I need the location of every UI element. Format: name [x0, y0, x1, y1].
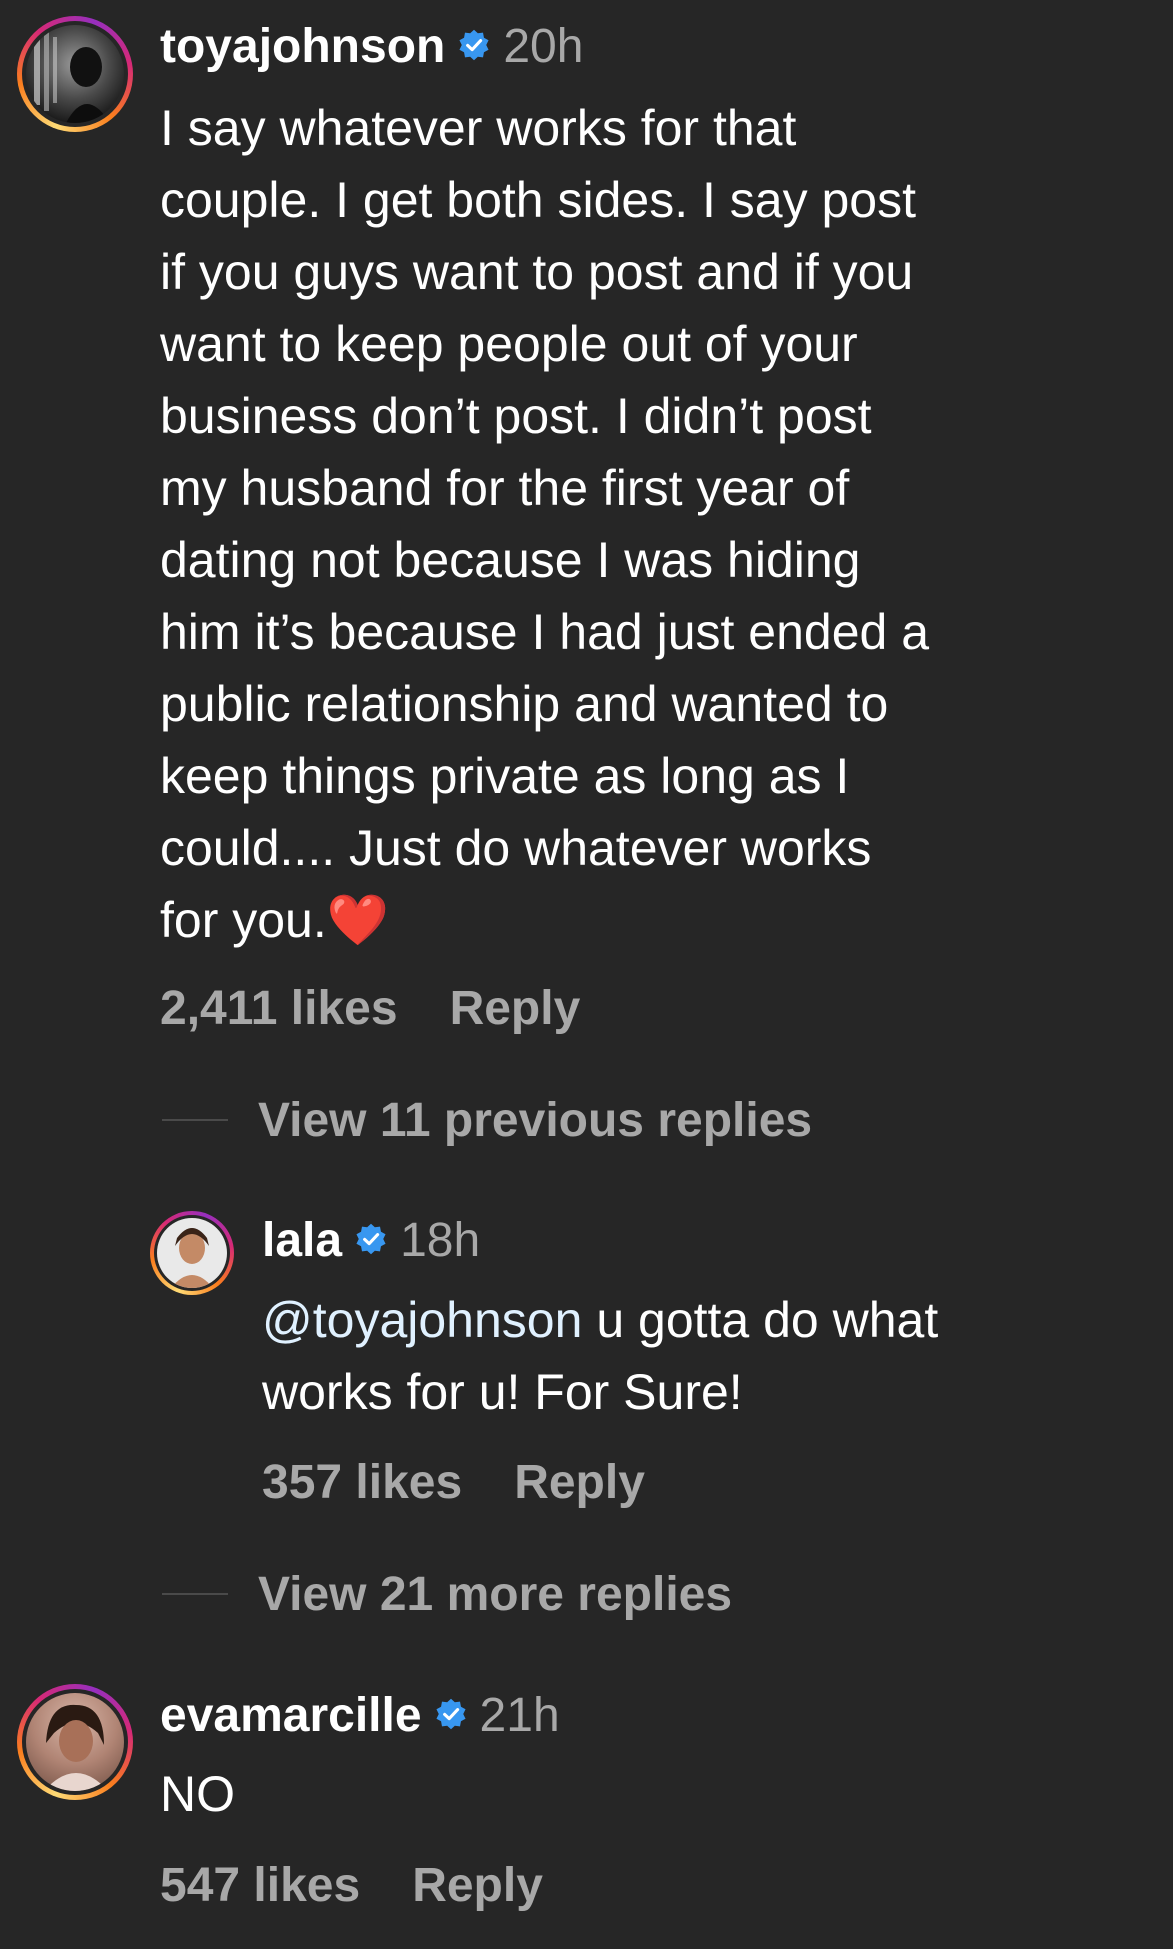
profile-photo-icon: [34, 31, 110, 123]
timestamp: 21h: [479, 1688, 560, 1742]
likes-count[interactable]: 547 likes: [160, 1858, 360, 1913]
reply-button[interactable]: Reply: [514, 1455, 645, 1510]
replies-divider: [162, 1119, 228, 1121]
comment-text: NO: [160, 1766, 235, 1822]
timestamp: 18h: [400, 1213, 481, 1267]
verified-badge-icon: [354, 1213, 388, 1268]
comment-meta: 547 likes Reply: [160, 1855, 543, 1915]
comment-text: I say whatever works for that couple. I …: [160, 100, 930, 948]
comment-header: evamarcille 21h: [160, 1685, 560, 1745]
username[interactable]: evamarcille: [160, 1688, 422, 1743]
avatar-toyajohnson[interactable]: [17, 16, 133, 132]
view-more-replies-button[interactable]: View 21 more replies: [162, 1564, 732, 1624]
view-replies-label: View 11 previous replies: [258, 1093, 813, 1147]
reply-button[interactable]: Reply: [412, 1858, 543, 1913]
comment-header: lala 18h: [262, 1210, 480, 1270]
likes-count[interactable]: 2,411 likes: [160, 981, 398, 1036]
replies-divider: [162, 1593, 228, 1595]
comment-text: @toyajohnson u gotta do what works for u…: [262, 1284, 1162, 1428]
mention-link[interactable]: @toyajohnson: [262, 1292, 582, 1348]
reply-button[interactable]: Reply: [450, 981, 581, 1036]
comment-header: toyajohnson 20h: [160, 16, 583, 76]
avatar-evamarcille[interactable]: [17, 1684, 133, 1800]
view-previous-replies-button[interactable]: View 11 previous replies: [162, 1090, 812, 1150]
avatar-lala[interactable]: [150, 1211, 234, 1295]
comment-meta: 357 likes Reply: [262, 1452, 645, 1512]
timestamp: 20h: [503, 19, 584, 73]
comment-meta: 2,411 likes Reply: [160, 978, 580, 1038]
verified-badge-icon: [434, 1688, 468, 1743]
likes-count[interactable]: 357 likes: [262, 1455, 462, 1510]
username[interactable]: toyajohnson: [160, 19, 445, 74]
verified-badge-icon: [457, 19, 491, 74]
profile-photo-icon: [171, 1228, 213, 1288]
profile-photo-icon: [44, 1704, 108, 1791]
username[interactable]: lala: [262, 1213, 342, 1268]
view-replies-label: View 21 more replies: [258, 1567, 733, 1621]
